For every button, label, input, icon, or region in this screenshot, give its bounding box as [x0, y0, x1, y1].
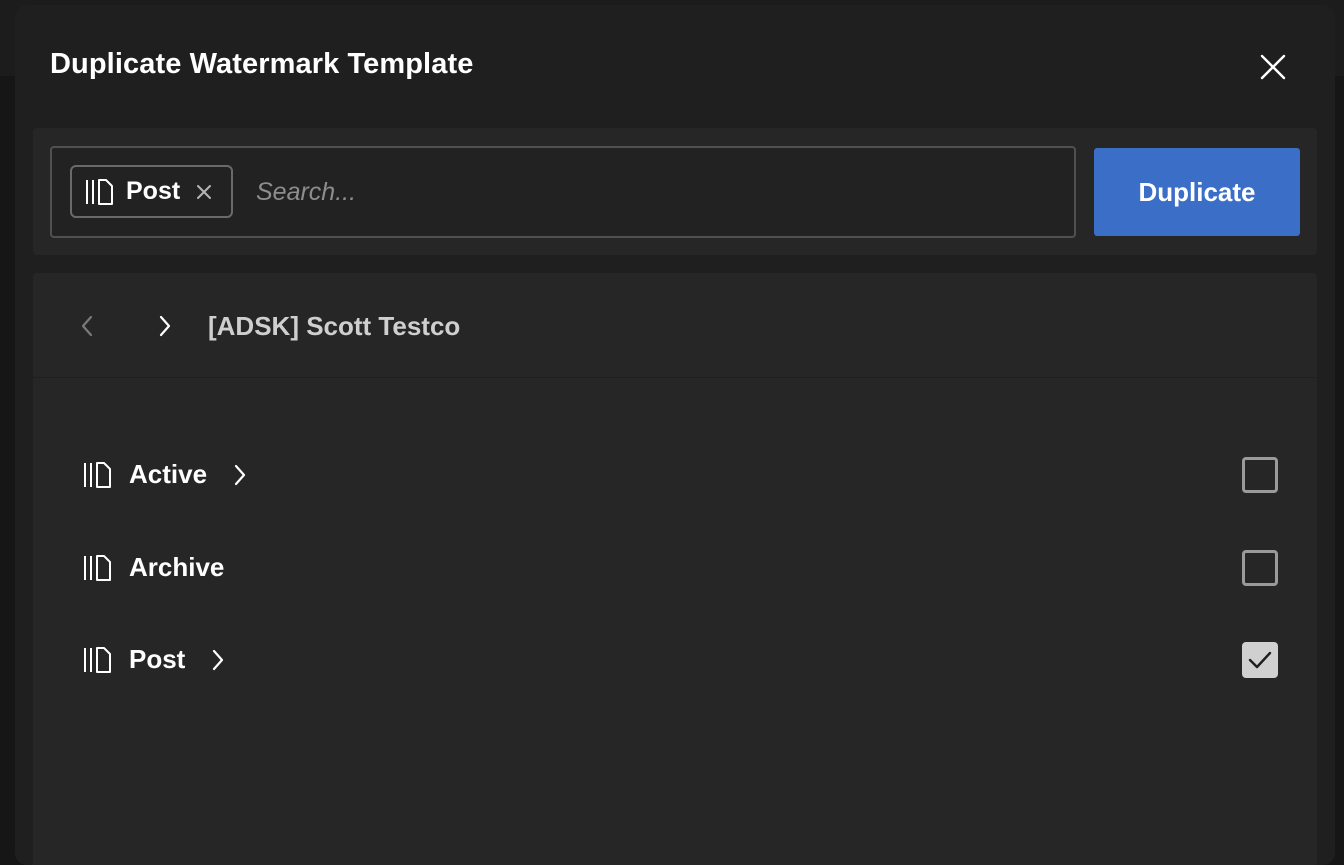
filter-chip-label: Post — [126, 177, 181, 205]
list-item-checkbox[interactable] — [1242, 642, 1278, 678]
search-box[interactable]: Post — [50, 146, 1076, 238]
list-item[interactable]: Active — [33, 445, 1317, 505]
folder-library-icon — [84, 647, 111, 673]
expand-button[interactable] — [232, 463, 248, 487]
close-icon — [197, 184, 212, 199]
filter-chip-remove-button[interactable] — [196, 184, 212, 200]
expand-button[interactable] — [210, 648, 226, 672]
forward-button[interactable] — [153, 311, 177, 341]
folder-library-icon — [84, 555, 111, 581]
close-icon — [1260, 54, 1286, 80]
search-panel: Post Duplicate — [33, 128, 1317, 255]
breadcrumb[interactable]: [ADSK] Scott Testco — [208, 311, 460, 342]
folder-list: Active Archive Post — [33, 378, 1317, 865]
chevron-right-icon — [212, 649, 224, 671]
filter-chip: Post — [70, 165, 233, 218]
list-item[interactable]: Archive — [33, 538, 1317, 598]
navigation-bar: [ADSK] Scott Testco — [33, 273, 1317, 377]
close-button[interactable] — [1255, 49, 1291, 85]
folder-library-icon — [86, 178, 113, 205]
duplicate-button[interactable]: Duplicate — [1094, 148, 1300, 236]
search-input[interactable] — [256, 170, 1036, 214]
list-item[interactable]: Post — [33, 630, 1317, 690]
list-item-label[interactable]: Active — [129, 459, 207, 490]
checkmark-icon — [1248, 651, 1272, 669]
back-button[interactable] — [75, 311, 99, 341]
duplicate-watermark-modal: Duplicate Watermark Template Post Search… — [15, 5, 1335, 865]
chevron-left-icon — [81, 315, 93, 337]
list-item-label[interactable]: Post — [129, 644, 185, 675]
list-item-label[interactable]: Archive — [129, 552, 224, 583]
chevron-right-icon — [234, 464, 246, 486]
folder-library-icon — [84, 462, 111, 488]
list-item-checkbox[interactable] — [1242, 457, 1278, 493]
chevron-right-icon — [159, 315, 171, 337]
modal-title: Duplicate Watermark Template — [50, 48, 474, 80]
list-item-checkbox[interactable] — [1242, 550, 1278, 586]
